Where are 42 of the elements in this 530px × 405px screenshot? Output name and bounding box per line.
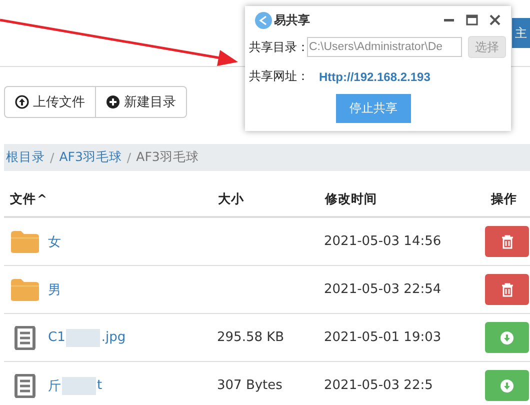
toolbar-button[interactable]: 新建目录 [96,86,187,118]
maximize-icon[interactable] [465,13,479,27]
delete-button[interactable] [485,226,529,257]
directory-field[interactable]: C:\Users\Administrator\De [307,37,462,57]
folder-icon [10,230,40,254]
folder-icon [10,278,40,302]
modified-time: 2021-05-03 22:54 [324,282,442,297]
file-link[interactable]: 男 [48,280,61,298]
breadcrumb-separator: / [50,150,54,165]
column-header: 修改时间 [325,191,377,206]
modified-time: 2021-05-03 14:56 [324,234,442,249]
file-link[interactable]: 女 [48,232,61,250]
download-button[interactable] [485,322,529,353]
share-icon [255,12,272,28]
file-size: 295.58 KB [217,330,284,345]
file-link[interactable]: C1 .jpg [48,328,126,346]
column-header[interactable]: 文件^ [10,191,48,206]
download-icon [500,330,514,344]
breadcrumb-link[interactable]: 根目录 [6,149,45,166]
dialog-title: 易共享 [274,12,311,28]
plus-icon [106,95,120,109]
download-icon [500,378,514,392]
field-label: 共享网址： [249,68,307,85]
modified-time: 2021-05-01 19:03 [324,330,442,345]
trash-icon [500,282,514,296]
stop-share-button[interactable]: 停止共享 [336,94,411,123]
breadcrumb-current: AF3羽毛球 [136,149,199,166]
home-button[interactable]: 主 [512,18,530,48]
trash-icon [500,234,514,248]
modified-time: 2021-05-03 22:5 [324,378,433,393]
file-size: 307 Bytes [217,378,282,393]
close-icon[interactable] [488,13,502,27]
breadcrumb-link[interactable]: AF3羽毛球 [59,149,122,166]
upload-icon [15,95,29,109]
delete-button[interactable] [485,274,529,305]
share-url-link[interactable]: Http://192.168.2.193 [319,70,430,84]
field-label: 共享目录： [249,38,307,56]
column-header: 大小 [218,191,244,206]
toolbar-button[interactable]: 上传文件 [4,86,96,118]
download-button[interactable] [485,370,529,401]
breadcrumb-separator: / [126,150,132,165]
column-header: 操作 [491,191,517,206]
